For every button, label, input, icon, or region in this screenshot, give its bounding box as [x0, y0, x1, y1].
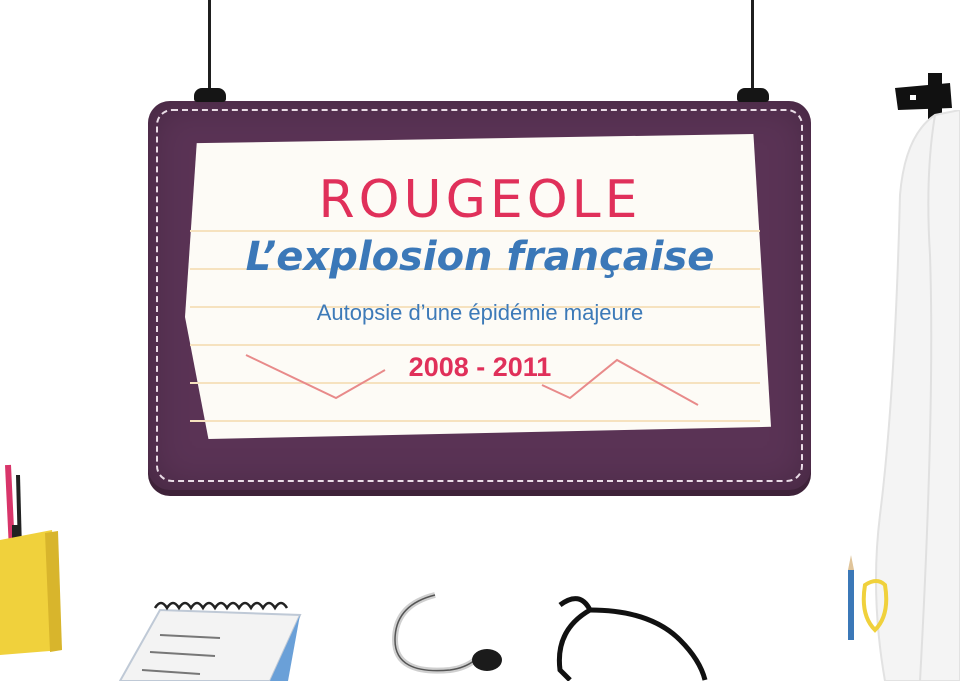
- pencil-icon: [848, 555, 889, 640]
- stethoscope-icon: [391, 592, 708, 681]
- pencil-cup-icon: [0, 464, 62, 655]
- notepad-icon: [118, 601, 302, 681]
